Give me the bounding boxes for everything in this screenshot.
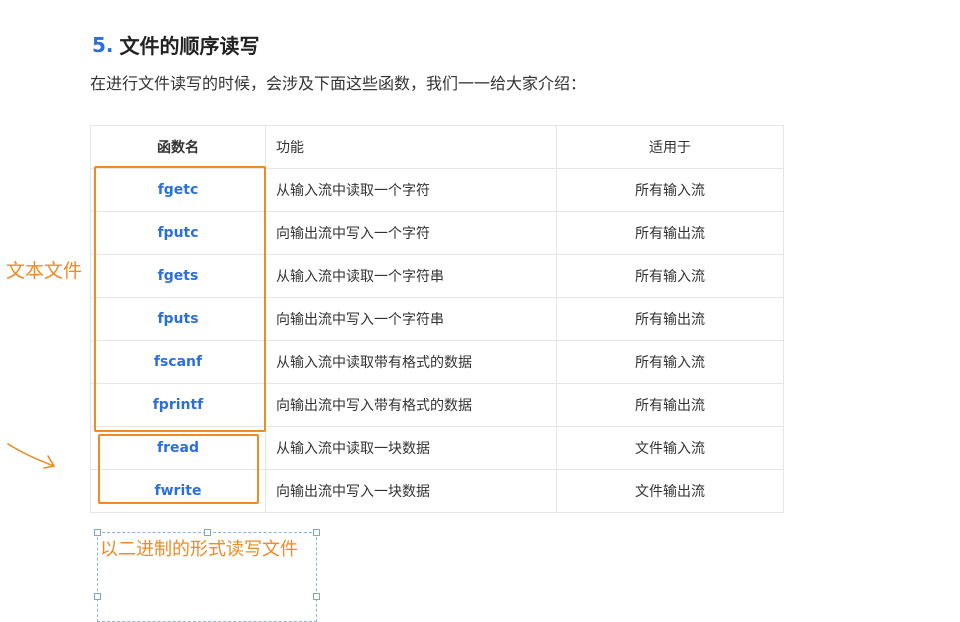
function-desc: 从输入流中读取一个字符 — [265, 168, 557, 212]
function-scope: 所有输入流 — [556, 254, 784, 298]
function-desc: 向输出流中写入一块数据 — [265, 469, 557, 513]
section-title: 文件的顺序读写 — [119, 34, 260, 58]
binary-annotation-text: 以二进制的形式读写文件 — [100, 539, 298, 560]
section-number: 5. — [92, 32, 114, 57]
function-desc: 从输入流中读取带有格式的数据 — [265, 340, 557, 384]
resize-handle[interactable] — [94, 593, 101, 600]
resize-handle[interactable] — [313, 529, 320, 536]
function-scope: 文件输入流 — [556, 426, 784, 470]
intro-paragraph: 在进行文件读写的时候，会涉及下面这些函数，我们一一给大家介绍： — [90, 74, 587, 93]
function-scope: 所有输入流 — [556, 168, 784, 212]
section-heading: 5. 文件的顺序读写 — [92, 30, 260, 59]
binary-annotation-textbox[interactable]: 以二进制的形式读写文件 — [94, 529, 320, 622]
resize-handle[interactable] — [313, 593, 320, 600]
header-function-name: 函数名 — [90, 125, 266, 169]
table-header-row: 函数名 功能 适用于 — [90, 125, 784, 169]
function-desc: 向输出流中写入带有格式的数据 — [265, 383, 557, 427]
function-scope: 文件输出流 — [556, 469, 784, 513]
resize-handle[interactable] — [94, 529, 101, 536]
function-desc: 向输出流中写入一个字符 — [265, 211, 557, 255]
function-scope: 所有输出流 — [556, 297, 784, 341]
header-function-desc: 功能 — [265, 125, 557, 169]
text-file-annotation: 文本文件 — [6, 260, 83, 282]
function-scope: 所有输入流 — [556, 340, 784, 384]
header-applies-to: 适用于 — [556, 125, 784, 169]
function-desc: 从输入流中读取一个字符串 — [265, 254, 557, 298]
function-scope: 所有输出流 — [556, 383, 784, 427]
binary-file-highlight-box — [98, 434, 259, 504]
function-desc: 向输出流中写入一个字符串 — [265, 297, 557, 341]
text-file-highlight-box — [94, 166, 266, 432]
function-scope: 所有输出流 — [556, 211, 784, 255]
function-desc: 从输入流中读取一块数据 — [265, 426, 557, 470]
hand-drawn-arrow-icon — [7, 443, 56, 469]
resize-handle[interactable] — [204, 529, 211, 536]
